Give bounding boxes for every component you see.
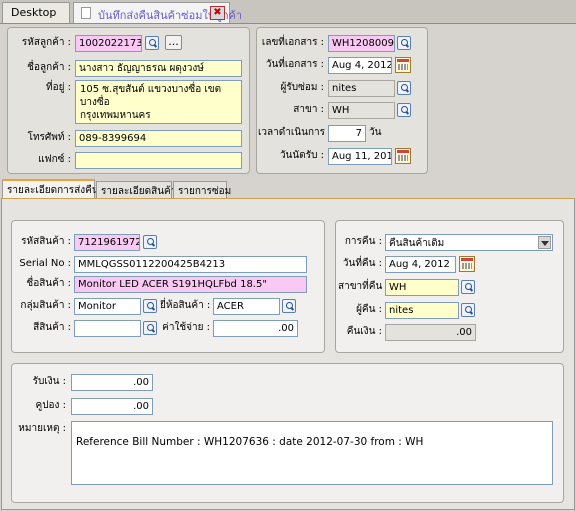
product-lookup-icon[interactable] <box>143 235 157 249</box>
customer-code-field[interactable]: 100202217306 <box>75 35 142 52</box>
return-method-select[interactable]: คืนสินค้าเดิม <box>385 234 553 251</box>
appointment-calendar-icon[interactable] <box>395 148 411 164</box>
cost-field[interactable]: .00 <box>213 320 298 337</box>
product-color-lookup-icon[interactable] <box>143 321 157 335</box>
appointment-label: วันนัดรับ : <box>279 150 324 161</box>
customer-phone-label: โทรศัพท์ : <box>27 132 71 143</box>
serial-field[interactable]: MMLQGSS0112200425B4213 <box>74 256 307 273</box>
document-icon <box>81 7 91 19</box>
docdate-field[interactable]: Aug 4, 2012 <box>328 57 392 74</box>
product-color-field[interactable] <box>74 320 141 337</box>
chevron-down-icon[interactable] <box>538 236 551 249</box>
docdate-label: วันที่เอกสาร : <box>265 59 324 70</box>
coupon-field[interactable]: .00 <box>71 398 153 415</box>
return-method-label: การคืน : <box>344 236 382 247</box>
remark-text: Reference Bill Number : WH1207636 : date… <box>76 436 424 448</box>
tab-desktop[interactable]: Desktop <box>2 2 70 23</box>
brand-field[interactable]: ACER <box>213 298 280 315</box>
returner-lookup-icon[interactable] <box>461 303 475 317</box>
remark-field[interactable]: Reference Bill Number : WH1207636 : date… <box>71 421 553 485</box>
serial-label: Serial No : <box>19 258 71 269</box>
customer-more-button[interactable]: ... <box>165 35 182 50</box>
received-field[interactable]: .00 <box>71 374 153 391</box>
brand-label: ยี่ห้อสินค้า : <box>160 300 211 311</box>
product-group-label: กลุ่มสินค้า : <box>20 300 71 311</box>
branch-label: สาขา : <box>293 104 324 115</box>
duration-field[interactable]: 7 <box>328 125 366 142</box>
product-group-field[interactable]: Monitor <box>74 298 141 315</box>
brand-lookup-icon[interactable] <box>282 299 296 313</box>
product-group-lookup-icon[interactable] <box>143 299 157 313</box>
docno-label: เลขที่เอกสาร : <box>261 37 324 48</box>
customer-name-field[interactable]: นางสาว ธัญญาธรณ ผดุงวงษ์ <box>75 60 242 77</box>
return-branch-lookup-icon[interactable] <box>461 280 475 294</box>
return-date-field[interactable]: Aug 4, 2012 <box>385 256 456 273</box>
tab-return-details[interactable]: รายละเอียดการส่งคืน <box>2 179 99 199</box>
product-code-label: รหัสสินค้า : <box>21 236 71 247</box>
customer-name-label: ชื่อลูกค้า : <box>27 62 71 73</box>
return-branch-field[interactable]: WH <box>385 279 459 296</box>
repairer-field[interactable]: nites <box>328 80 395 97</box>
coupon-label: คูปอง : <box>35 400 66 411</box>
customer-address-field[interactable]: 105 ซ.สุขสันต์ แขวงบางซื่อ เขตบางซื่อ กร… <box>75 80 242 124</box>
cost-label: ค่าใช้จ่าย : <box>162 322 210 333</box>
branch-field[interactable]: WH <box>328 102 395 119</box>
docno-lookup-icon[interactable] <box>397 36 411 50</box>
return-branch-label: สาขาที่คืน : <box>338 281 389 292</box>
close-icon[interactable]: ✖ <box>210 6 225 20</box>
duration-unit: วัน <box>369 127 382 138</box>
appointment-field[interactable]: Aug 11, 2012 <box>328 148 392 165</box>
customer-address-line2: กรุงเทพมหานคร <box>80 110 151 121</box>
received-label: รับเงิน : <box>32 376 66 387</box>
product-name-field[interactable]: Monitor LED ACER S191HQLFbd 18.5" <box>74 276 307 293</box>
refund-field: .00 <box>385 324 476 341</box>
customer-fax-label: แฟกซ์ : <box>38 154 71 165</box>
tab-product-details[interactable]: รายละเอียดสินค้า <box>96 181 176 198</box>
customer-lookup-icon[interactable] <box>145 36 159 50</box>
refund-label: คืนเงิน : <box>346 326 382 337</box>
tab-return-document[interactable]: บันทึกส่งคืนสินค้าซ่อมให้ลูกค้า ✖ <box>73 2 242 23</box>
repairer-lookup-icon[interactable] <box>397 81 411 95</box>
returner-field[interactable]: nites <box>385 302 459 319</box>
customer-address-label: ที่อยู่ : <box>45 82 71 93</box>
return-date-label: วันที่คืน : <box>342 258 382 269</box>
tab-repair-list[interactable]: รายการซ่อม <box>173 181 231 198</box>
product-name-label: ชื่อสินค้า : <box>26 278 71 289</box>
return-method-value: คืนสินค้าเดิม <box>389 238 445 249</box>
customer-phone-field[interactable]: 089-8399694 <box>75 130 242 147</box>
branch-lookup-icon[interactable] <box>397 103 411 117</box>
product-code-field[interactable]: 712196197254 <box>74 234 140 251</box>
returner-label: ผู้คืน : <box>356 304 382 315</box>
docno-field[interactable]: WH1208009 <box>328 35 395 52</box>
customer-code-label: รหัสลูกค้า : <box>21 37 71 48</box>
customer-address-line1: 105 ซ.สุขสันต์ แขวงบางซื่อ เขตบางซื่อ <box>80 84 222 108</box>
product-color-label: สีสินค้า : <box>33 322 71 333</box>
customer-fax-field[interactable] <box>75 152 242 169</box>
return-date-calendar-icon[interactable] <box>459 256 475 272</box>
duration-label: เวลาดำเนินการ : <box>258 127 332 138</box>
remark-label: หมายเหตุ : <box>18 423 66 434</box>
docdate-calendar-icon[interactable] <box>395 57 411 73</box>
repairer-label: ผู้รับซ่อม : <box>280 82 324 93</box>
